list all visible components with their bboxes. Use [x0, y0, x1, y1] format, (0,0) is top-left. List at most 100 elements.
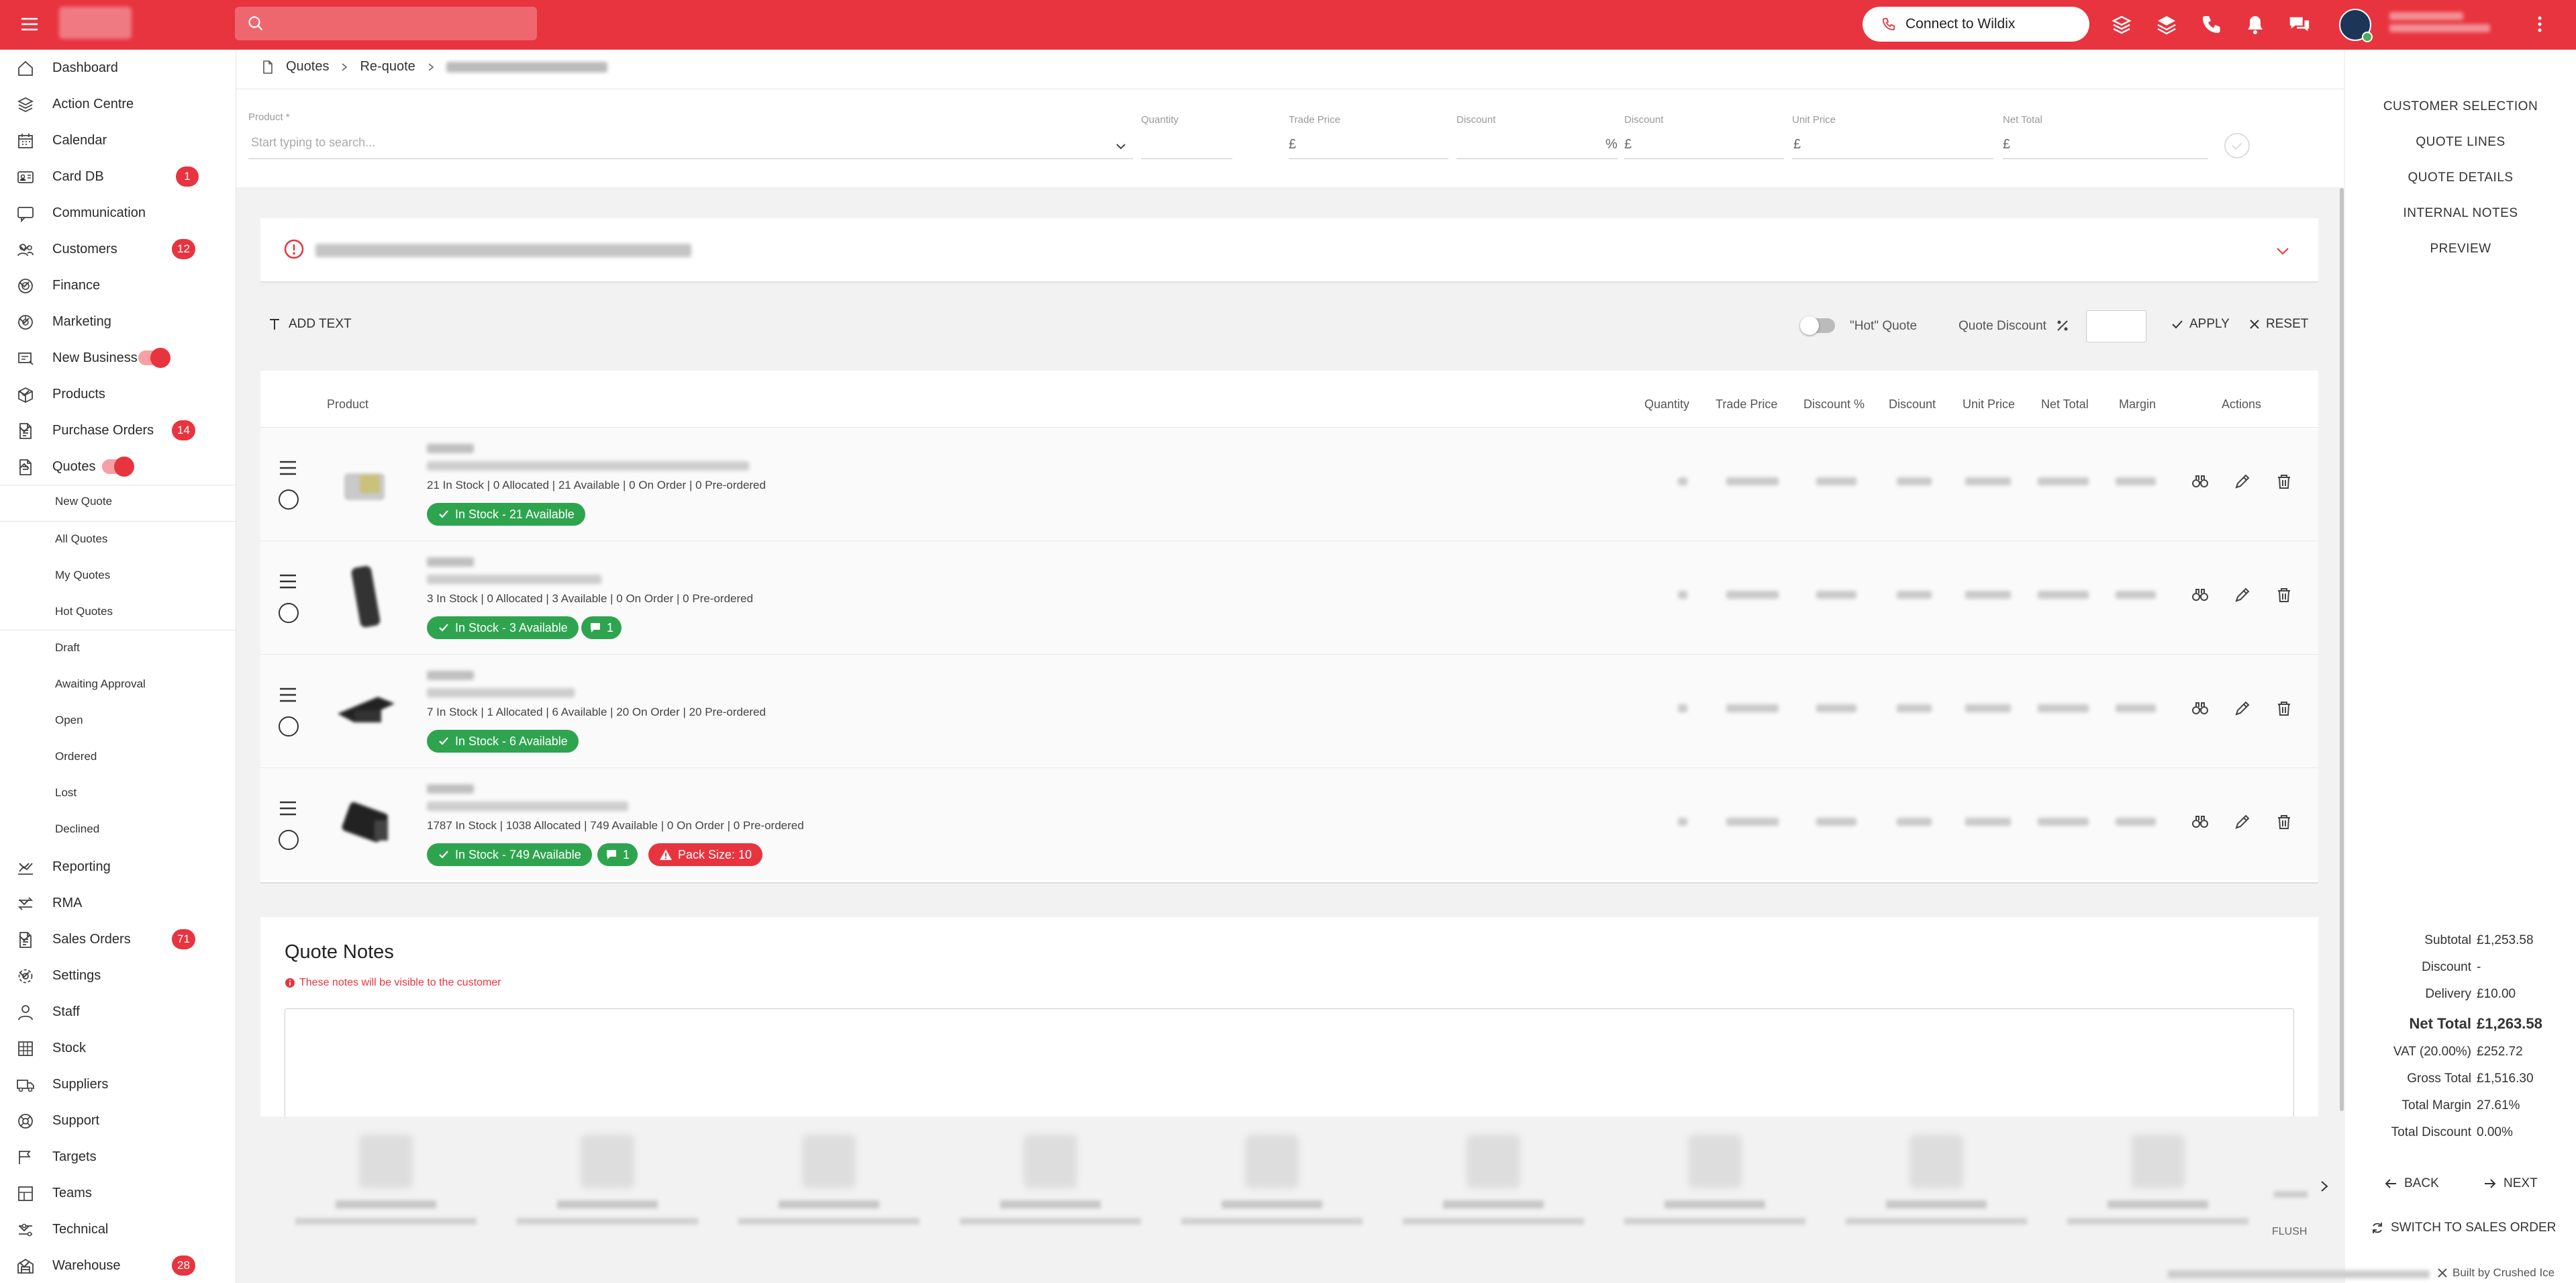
recommended-product-item[interactable] [728, 1135, 930, 1235]
nav-quote-details[interactable]: QUOTE DETAILS [2345, 171, 2576, 185]
recommended-product-item[interactable] [285, 1135, 487, 1235]
sidebar-sub-draft[interactable]: Draft [55, 641, 80, 655]
delete-icon[interactable] [2275, 586, 2293, 604]
drag-handle-icon[interactable] [279, 800, 297, 816]
sidebar-item-products[interactable]: Products [0, 376, 236, 412]
chevron-down-icon[interactable] [16, 858, 32, 874]
sidebar-sub-awaiting-approval[interactable]: Awaiting Approval [55, 677, 146, 691]
sidebar-sub-hot-quotes[interactable]: Hot Quotes [55, 605, 113, 618]
row-select-radio[interactable] [279, 489, 299, 510]
sidebar-item-reporting[interactable]: Reporting [0, 849, 236, 885]
recommended-product-item[interactable] [507, 1135, 708, 1235]
edit-icon[interactable] [2234, 813, 2251, 830]
nav-preview[interactable]: PREVIEW [2345, 242, 2576, 256]
sidebar-sub-lost[interactable]: Lost [55, 786, 77, 800]
user-avatar[interactable] [2339, 9, 2373, 42]
nav-quote-lines[interactable]: QUOTE LINES [2345, 135, 2576, 150]
row-select-radio[interactable] [279, 603, 299, 623]
chevron-down-icon[interactable] [16, 277, 32, 293]
breadcrumb-requote[interactable]: Re-quote [360, 59, 415, 75]
sidebar-item-support[interactable]: Support [0, 1102, 236, 1139]
search-input[interactable] [235, 7, 537, 40]
recommended-product-item[interactable] [950, 1135, 1151, 1235]
sidebar-sub-my-quotes[interactable]: My Quotes [55, 569, 110, 582]
drag-handle-icon[interactable] [279, 573, 297, 589]
delete-icon[interactable] [2275, 700, 2293, 717]
next-button[interactable]: NEXT [2483, 1176, 2538, 1191]
sidebar-sub-open[interactable]: Open [55, 714, 83, 727]
binoculars-icon[interactable] [2191, 586, 2209, 604]
sidebar-sub-all-quotes[interactable]: All Quotes [55, 532, 107, 546]
drag-handle-icon[interactable] [279, 687, 297, 703]
sidebar-item-suppliers[interactable]: Suppliers [0, 1066, 236, 1102]
binoculars-icon[interactable] [2191, 813, 2209, 830]
recommended-product-item[interactable] [1614, 1135, 1816, 1235]
comments-badge[interactable]: 1 [597, 843, 638, 866]
sidebar-item-staff[interactable]: Staff [0, 994, 236, 1030]
back-button[interactable]: BACK [2384, 1176, 2439, 1191]
sidebar-item-purchase-orders[interactable]: Purchase Orders 14 [0, 412, 236, 448]
sidebar-item-targets[interactable]: Targets [0, 1139, 236, 1175]
edit-icon[interactable] [2234, 473, 2251, 490]
switch-to-sales-order-button[interactable]: SWITCH TO SALES ORDER [2371, 1221, 2556, 1235]
sidebar-item-technical[interactable]: Technical [0, 1211, 236, 1247]
chevron-down-icon[interactable] [16, 422, 32, 438]
binoculars-icon[interactable] [2191, 473, 2209, 490]
sidebar-item-action-centre[interactable]: Action Centre [0, 86, 236, 122]
quotes-toggle[interactable] [102, 457, 134, 477]
sidebar-item-calendar[interactable]: Calendar [0, 122, 236, 158]
recommended-product-item[interactable] [1171, 1135, 1373, 1235]
chevron-down-icon[interactable] [16, 967, 32, 983]
quote-discount-input[interactable] [2086, 310, 2146, 342]
layers-icon[interactable] [2154, 13, 2179, 37]
chevron-down-icon[interactable] [16, 894, 32, 910]
hot-quote-toggle[interactable] [1800, 316, 1835, 335]
binoculars-icon[interactable] [2191, 700, 2209, 717]
sidebar-sub-new-quote[interactable]: New Quote [55, 495, 112, 508]
sidebar-sub-declined[interactable]: Declined [55, 822, 99, 836]
chevron-down-icon[interactable] [16, 1221, 32, 1237]
row-select-radio[interactable] [279, 830, 299, 850]
quantity-input[interactable] [1141, 158, 1232, 159]
sidebar-item-card-db[interactable]: Card DB 1 [0, 158, 236, 195]
priority-notes-panel[interactable] [260, 218, 2318, 283]
connect-wildix-button[interactable]: Connect to Wildix [1863, 7, 2089, 42]
comments-badge[interactable]: 1 [581, 616, 622, 639]
chevron-down-icon[interactable] [16, 1257, 32, 1273]
sidebar-item-finance[interactable]: Finance [0, 267, 236, 303]
trade-price-input[interactable] [1289, 158, 1448, 159]
chevron-down-icon[interactable] [16, 240, 32, 256]
delete-icon[interactable] [2275, 473, 2293, 490]
new-business-toggle[interactable] [138, 348, 170, 368]
row-select-radio[interactable] [279, 716, 299, 736]
chevron-down-icon[interactable] [2274, 242, 2291, 260]
nav-customer-selection[interactable]: CUSTOMER SELECTION [2345, 99, 2576, 114]
net-total-input[interactable] [2003, 158, 2208, 159]
drag-handle-icon[interactable] [279, 460, 297, 476]
chevron-down-icon[interactable] [1114, 140, 1128, 153]
edit-icon[interactable] [2234, 700, 2251, 717]
sidebar-item-communication[interactable]: Communication [0, 195, 236, 231]
sidebar-item-settings[interactable]: Settings [0, 957, 236, 994]
phone-icon[interactable] [2199, 13, 2223, 37]
brand-logo[interactable] [59, 7, 132, 39]
sidebar-item-new-business[interactable]: New Business [0, 340, 236, 376]
recommended-product-item[interactable] [2057, 1135, 2259, 1235]
main-scrollbar[interactable] [2340, 188, 2344, 1111]
sidebar-sub-ordered[interactable]: Ordered [55, 750, 97, 763]
chat-bubbles-icon[interactable] [2287, 13, 2312, 37]
delete-icon[interactable] [2275, 813, 2293, 830]
quote-notes-textarea[interactable] [285, 1008, 2294, 1123]
layers-stack-icon[interactable] [2110, 13, 2134, 37]
user-info[interactable] [2389, 8, 2497, 40]
breadcrumb-quotes[interactable]: Quotes [286, 59, 329, 75]
sidebar-item-customers[interactable]: Customers 12 [0, 231, 236, 267]
edit-icon[interactable] [2234, 586, 2251, 604]
add-text-button[interactable]: ADD TEXT [267, 317, 352, 332]
unit-price-input[interactable] [1792, 158, 1993, 159]
sidebar-item-warehouse[interactable]: Warehouse 28 [0, 1247, 236, 1283]
add-line-button[interactable] [2224, 133, 2250, 158]
bell-icon[interactable] [2243, 13, 2267, 37]
more-vertical-icon[interactable] [2528, 12, 2552, 36]
product-search-input[interactable]: Start typing to search... [251, 136, 375, 150]
